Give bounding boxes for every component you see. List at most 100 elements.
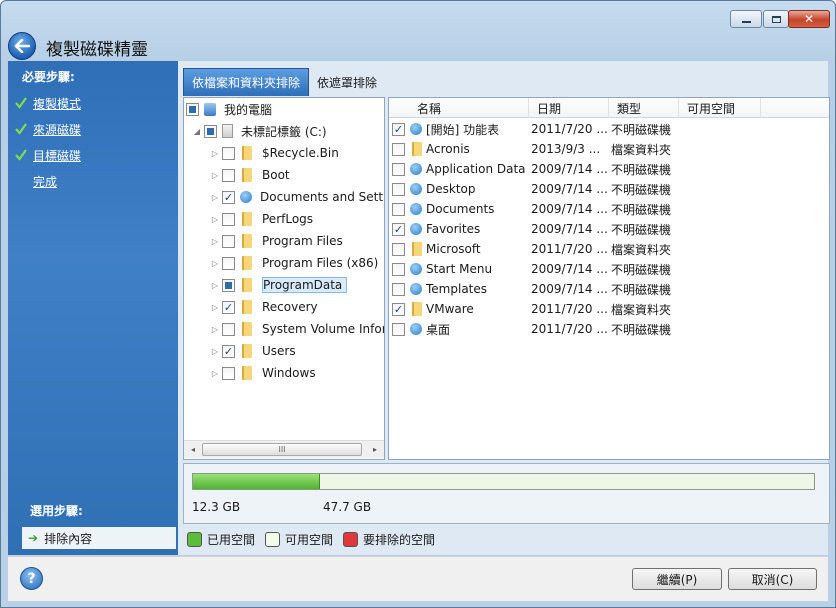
tree-item[interactable]: ▷ Program Files <box>210 231 343 251</box>
row-checkbox[interactable] <box>392 182 405 196</box>
list-row[interactable]: Acronis 2013/9/3 ... 檔案資料夾 <box>392 139 671 159</box>
tree-checkbox[interactable] <box>222 344 235 358</box>
tab-exclude-by-files[interactable]: 依檔案和資料夾排除 <box>183 68 310 96</box>
tree-item[interactable]: ▷ Users <box>210 341 296 361</box>
tree-item[interactable]: ▷ Boot <box>210 165 290 185</box>
system-folder-icon <box>410 283 422 295</box>
tree-root[interactable]: 我的電腦 <box>186 99 272 119</box>
step-copy-mode[interactable]: 複製模式 <box>14 94 81 112</box>
list-row[interactable]: Application Data 2009/7/14 ... 不明磁碟機 <box>392 159 671 179</box>
minimize-button[interactable] <box>730 10 762 28</box>
expand-arrow-icon[interactable]: ▷ <box>210 303 220 312</box>
continue-button[interactable]: 繼續(P) <box>632 568 722 590</box>
row-checkbox[interactable] <box>392 122 405 136</box>
column-name[interactable]: 名稱 <box>389 98 529 118</box>
row-checkbox[interactable] <box>392 202 405 216</box>
column-date[interactable]: 日期 <box>529 98 609 118</box>
folder-icon <box>242 278 252 292</box>
expand-arrow-icon[interactable]: ▷ <box>210 237 220 246</box>
arrow-right-icon: ➔ <box>28 531 39 545</box>
row-date: 2009/7/14 ... <box>531 202 607 216</box>
expand-arrow-icon[interactable]: ▷ <box>210 149 220 158</box>
tree-checkbox[interactable] <box>222 366 235 380</box>
scroll-thumb[interactable]: III <box>202 443 362 456</box>
tree-label: Program Files <box>262 234 343 248</box>
tree-checkbox[interactable] <box>222 212 235 226</box>
row-checkbox[interactable] <box>392 302 405 316</box>
space-legend: 已用空間 可用空間 要排除的空間 <box>187 531 445 548</box>
tree-item[interactable]: ▷ ProgramData <box>210 275 348 295</box>
row-checkbox[interactable] <box>392 262 405 276</box>
tree-drive[interactable]: ◢ 未標記標籤 (C:) <box>192 121 327 141</box>
tree-horizontal-scrollbar[interactable]: ◂ III ▸ <box>184 440 384 458</box>
maximize-icon <box>771 15 781 23</box>
expand-arrow-icon[interactable]: ▷ <box>210 171 220 180</box>
list-row[interactable]: Desktop 2009/7/14 ... 不明磁碟機 <box>392 179 671 199</box>
folder-icon <box>242 256 252 270</box>
tree-checkbox[interactable] <box>222 322 235 336</box>
row-date: 2013/9/3 ... <box>531 142 601 156</box>
list-row[interactable]: Documents 2009/7/14 ... 不明磁碟機 <box>392 199 671 219</box>
expand-arrow-icon[interactable]: ▷ <box>210 347 220 356</box>
tree-checkbox[interactable] <box>222 146 235 160</box>
list-row[interactable]: Templates 2009/7/14 ... 不明磁碟機 <box>392 279 671 299</box>
row-date: 2011/7/20 ... <box>531 242 607 256</box>
tree-checkbox[interactable] <box>186 102 199 116</box>
close-button[interactable]: ✕ <box>788 10 830 28</box>
tree-item[interactable]: ▷ Documents and Settin <box>210 187 384 207</box>
row-type: 不明磁碟機 <box>611 162 672 177</box>
help-icon[interactable]: ? <box>20 567 43 590</box>
list-row[interactable]: Favorites 2009/7/14 ... 不明磁碟機 <box>392 219 671 239</box>
tree-checkbox[interactable] <box>222 278 235 292</box>
row-checkbox[interactable] <box>392 282 405 296</box>
row-checkbox[interactable] <box>392 222 405 236</box>
tree-item[interactable]: ▷ $Recycle.Bin <box>210 143 339 163</box>
step-target-disk[interactable]: 目標磁碟 <box>14 146 81 164</box>
list-row[interactable]: [開始] 功能表 2011/7/20 ... 不明磁碟機 <box>392 119 671 139</box>
expand-arrow-icon[interactable]: ▷ <box>210 369 220 378</box>
row-checkbox[interactable] <box>392 242 405 256</box>
expand-arrow-icon[interactable]: ▷ <box>210 215 220 224</box>
row-checkbox[interactable] <box>392 142 405 156</box>
row-checkbox[interactable] <box>392 162 405 176</box>
expand-arrow-icon[interactable]: ▷ <box>210 259 220 268</box>
expand-arrow-icon[interactable]: ▷ <box>210 325 220 334</box>
tree-item[interactable]: ▷ Windows <box>210 363 316 383</box>
row-date: 2009/7/14 ... <box>531 182 607 196</box>
expand-arrow-icon[interactable]: ▷ <box>210 193 220 202</box>
step-exclude-content[interactable]: ➔ 排除內容 <box>22 527 176 549</box>
tree-checkbox[interactable] <box>222 168 235 182</box>
steps-sidebar: 必要步驟: 複製模式 來源磁碟 目標磁碟 完成 選用步驟: ➔ 排除內容 <box>8 61 178 555</box>
list-row[interactable]: Microsoft 2011/7/20 ... 檔案資料夾 <box>392 239 671 259</box>
tree-item[interactable]: ▷ Program Files (x86) <box>210 253 378 273</box>
list-row[interactable]: Start Menu 2009/7/14 ... 不明磁碟機 <box>392 259 671 279</box>
folder-icon <box>242 366 252 380</box>
step-finish[interactable]: 完成 <box>33 172 57 190</box>
column-type[interactable]: 類型 <box>609 98 679 118</box>
tree-item[interactable]: ▷ System Volume Inforr <box>210 319 384 339</box>
tree-checkbox[interactable] <box>222 300 235 314</box>
scroll-left-icon[interactable]: ◂ <box>187 443 199 456</box>
scroll-right-icon[interactable]: ▸ <box>369 443 381 456</box>
legend-label: 要排除的空間 <box>363 533 436 547</box>
list-row[interactable]: 桌面 2011/7/20 ... 不明磁碟機 <box>392 319 671 339</box>
row-checkbox[interactable] <box>392 322 405 336</box>
tree-item[interactable]: ▷ PerfLogs <box>210 209 313 229</box>
tree-checkbox[interactable] <box>222 190 235 204</box>
column-free-space[interactable]: 可用空間 <box>679 98 761 118</box>
cancel-button[interactable]: 取消(C) <box>728 568 817 590</box>
tree-checkbox[interactable] <box>204 124 217 138</box>
tree-checkbox[interactable] <box>222 256 235 270</box>
step-source-disk[interactable]: 來源磁碟 <box>14 120 81 138</box>
legend-excluded: 要排除的空間 <box>343 531 435 548</box>
tree-checkbox[interactable] <box>222 234 235 248</box>
tab-exclude-by-mask[interactable]: 依遮罩排除 <box>309 68 385 96</box>
step-label: 目標磁碟 <box>33 148 82 163</box>
maximize-button[interactable] <box>763 10 789 28</box>
tree-item[interactable]: ▷ Recovery <box>210 297 318 317</box>
list-row[interactable]: VMware 2011/7/20 ... 檔案資料夾 <box>392 299 671 319</box>
row-name: Acronis <box>426 142 470 156</box>
expanded-arrow-icon[interactable]: ◢ <box>192 127 202 136</box>
back-button[interactable] <box>8 32 36 60</box>
expand-arrow-icon[interactable]: ▷ <box>210 281 220 290</box>
